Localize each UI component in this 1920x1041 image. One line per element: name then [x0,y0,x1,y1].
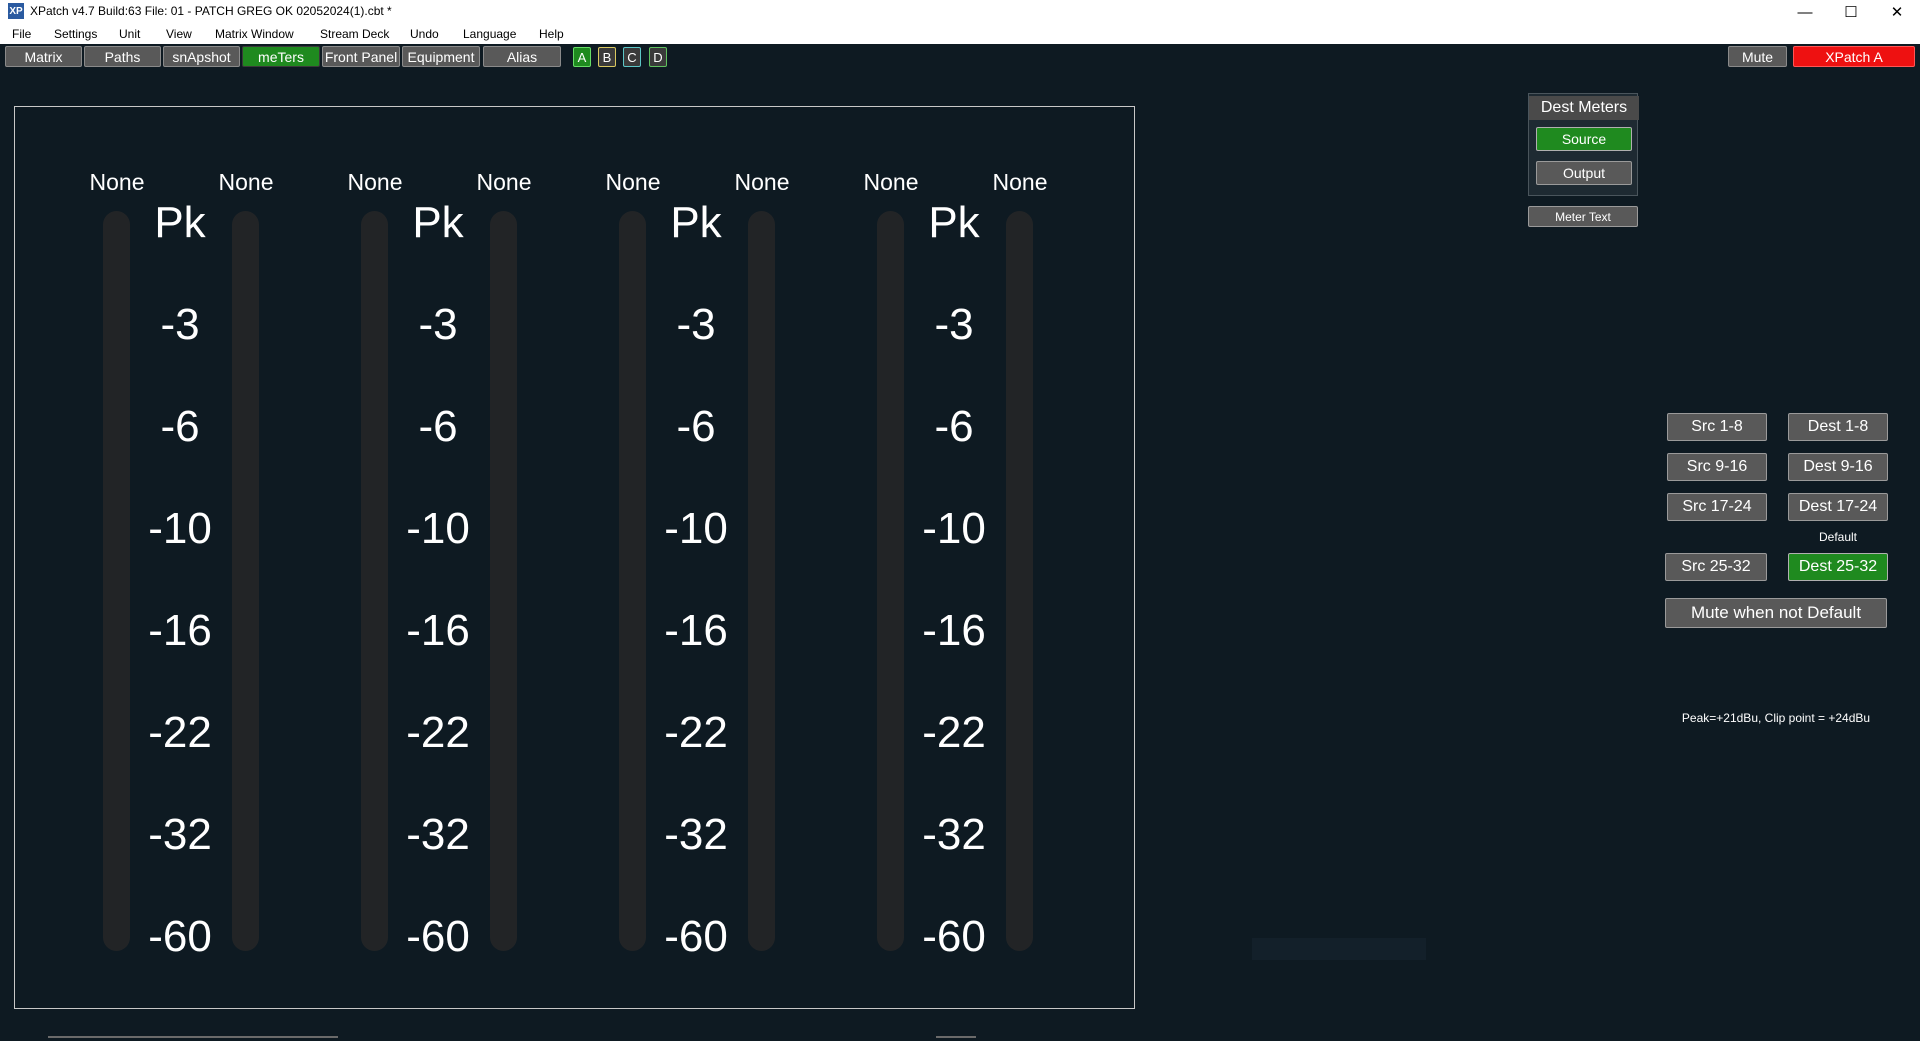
scale-label: -22 [664,708,728,757]
menu-help[interactable]: Help [539,27,564,41]
menu-view[interactable]: View [166,27,192,41]
divider [48,1036,338,1038]
scale-label: -32 [406,810,470,859]
maximize-icon[interactable]: ☐ [1828,0,1874,24]
dest-9-16-button[interactable]: Dest 9-16 [1788,453,1888,481]
toolbar: Matrix Paths snApshot meTers Front Panel… [0,44,1920,72]
tab-equipment[interactable]: Equipment [402,46,480,67]
src-25-32-button[interactable]: Src 25-32 [1665,553,1767,581]
menu-settings[interactable]: Settings [54,27,97,41]
meter-bar [361,211,388,951]
window-title: XPatch v4.7 Build:63 File: 01 - PATCH GR… [30,4,392,18]
channel-1-left-label: None [89,169,145,195]
menu-stream-deck[interactable]: Stream Deck [320,27,389,41]
channel-2-right-label: None [476,169,532,195]
menu-language[interactable]: Language [463,27,516,41]
scale-label: Pk [412,198,464,247]
meter-bar [619,211,646,951]
scale-label: -3 [934,300,974,349]
src-9-16-button[interactable]: Src 9-16 [1667,453,1767,481]
meter-bar [232,211,259,951]
scale-label: -3 [418,300,458,349]
scale-label: -3 [676,300,716,349]
dest-meters-title: Dest Meters [1529,96,1639,120]
scale-label: -32 [922,810,986,859]
channel-2-left-label: None [347,169,403,195]
divider [936,1036,976,1038]
scale-label: -32 [664,810,728,859]
mute-button[interactable]: Mute [1728,46,1787,67]
scale-label: -16 [664,606,728,655]
scale-label: Pk [928,198,980,247]
unit-b-button[interactable]: B [598,47,616,67]
menu-file[interactable]: File [12,27,31,41]
scale-label: -16 [406,606,470,655]
dest-25-32-button[interactable]: Dest 25-32 [1788,553,1888,581]
menu-matrix-window[interactable]: Matrix Window [215,27,294,41]
scale-label: -60 [922,912,986,961]
meter-panel: None None Pk -3 -6 -10 -16 -22 -32 -60 N… [14,106,1135,1009]
tab-front-panel[interactable]: Front Panel [322,46,400,67]
channel-3-right-label: None [734,169,790,195]
close-icon[interactable]: ✕ [1874,0,1920,24]
scale-label: -32 [148,810,212,859]
unit-c-button[interactable]: C [623,47,641,67]
output-button[interactable]: Output [1536,161,1632,185]
scale-label: -6 [160,402,200,451]
scale-label: -6 [418,402,458,451]
app-icon: XP [8,3,24,19]
scale-label: -16 [922,606,986,655]
scale-label: -10 [922,504,986,553]
peak-info-text: Peak=+21dBu, Clip point = +24dBu [1681,711,1871,725]
src-17-24-button[interactable]: Src 17-24 [1667,493,1767,521]
meter-bar [748,211,775,951]
status-area [1252,938,1426,960]
unit-a-button[interactable]: A [573,47,591,67]
meter-text-button[interactable]: Meter Text [1528,206,1638,227]
meter-bar [490,211,517,951]
title-bar: XP XPatch v4.7 Build:63 File: 01 - PATCH… [0,0,1920,24]
tab-matrix[interactable]: Matrix [5,46,82,67]
src-1-8-button[interactable]: Src 1-8 [1667,413,1767,441]
minimize-icon[interactable]: — [1782,0,1828,24]
source-button[interactable]: Source [1536,127,1632,151]
scale-label: -60 [664,912,728,961]
scale-label: Pk [670,198,722,247]
scale-label: -22 [406,708,470,757]
meter-bar [1006,211,1033,951]
scale-label: -6 [934,402,974,451]
scale-label: -60 [406,912,470,961]
xpatch-a-button[interactable]: XPatch A [1793,46,1915,67]
menu-undo[interactable]: Undo [410,27,439,41]
meter-bar [877,211,904,951]
scale-label: Pk [154,198,206,247]
scale-label: -6 [676,402,716,451]
dest-17-24-button[interactable]: Dest 17-24 [1788,493,1888,521]
dest-meters-group: Dest Meters Source Output [1528,93,1639,196]
scale-label: -3 [160,300,200,349]
scale-label: -22 [148,708,212,757]
dest-1-8-button[interactable]: Dest 1-8 [1788,413,1888,441]
channel-1-right-label: None [218,169,274,195]
channel-3-left-label: None [605,169,661,195]
meter-bar [103,211,130,951]
default-label: Default [1818,530,1858,544]
scale-label: -10 [406,504,470,553]
tab-alias[interactable]: Alias [483,46,561,67]
scale-label: -60 [148,912,212,961]
scale-label: -22 [922,708,986,757]
unit-d-button[interactable]: D [649,47,667,67]
scale-label: -10 [148,504,212,553]
tab-paths[interactable]: Paths [84,46,161,67]
mute-when-not-default-button[interactable]: Mute when not Default [1665,598,1887,628]
tab-meters[interactable]: meTers [242,46,320,67]
channel-4-left-label: None [863,169,919,195]
channel-4-right-label: None [992,169,1048,195]
scale-label: -10 [664,504,728,553]
tab-snapshot[interactable]: snApshot [163,46,240,67]
menu-unit[interactable]: Unit [119,27,140,41]
menu-bar: File Settings Unit View Matrix Window St… [0,24,1920,44]
scale-label: -16 [148,606,212,655]
